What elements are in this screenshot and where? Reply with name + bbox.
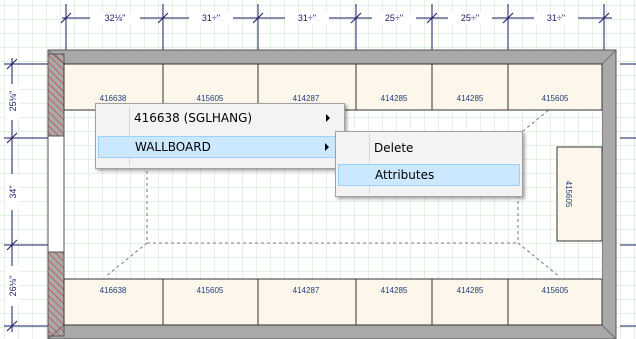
panel-top-label: 414285 [457,94,484,103]
panel-bottom-label: 414285 [457,286,484,295]
dim-top-1: 32⅛" [105,13,126,23]
submenu: Delete Attributes [335,131,523,197]
context-menu: 416638 (SGLHANG) WALLBOARD [95,103,345,169]
dim-top-3: 31÷" [298,13,316,23]
menu-item-attributes[interactable]: Attributes [338,164,520,186]
panel-top-label: 414287 [293,94,320,103]
dim-left-3: 26⅛" [8,276,18,297]
dim-top-2: 31÷" [202,13,220,23]
panel-top-5[interactable] [431,63,509,111]
menu-item-wallboard-label: WALLBOARD [135,140,211,154]
menu-item-delete-label: Delete [374,141,414,155]
submenu-arrow-icon [325,143,329,151]
bottom-panel-row: 416638 415605 414287 414285 414285 41560… [63,278,603,326]
panel-bottom-label: 415605 [197,286,224,295]
menu-item-attributes-label: Attributes [375,168,435,182]
hatched-left-wall[interactable] [47,53,65,337]
dim-left-1: 25⅛" [8,91,18,112]
menu-item-sglhang[interactable]: 416638 (SGLHANG) [98,107,342,129]
panel-top-label: 414285 [381,94,408,103]
panel-right-label: 415605 [564,181,573,208]
dim-top-5: 25÷" [461,13,479,23]
menu-item-sglhang-label: 416638 (SGLHANG) [134,111,253,125]
dim-top-6: 31÷" [547,13,565,23]
menu-item-wallboard[interactable]: WALLBOARD [98,136,342,158]
right-panel[interactable]: 415605 [556,146,603,242]
submenu-arrow-icon [326,114,330,122]
panel-bottom-label: 414285 [381,286,408,295]
floor-plan-canvas[interactable]: 32⅛" 31÷" 31÷" 25÷" 25÷" 31÷" 25⅛" 34" 2… [0,0,636,339]
dim-top-4: 25÷" [385,13,403,23]
panel-top-label: 415605 [197,94,224,103]
menu-item-delete[interactable]: Delete [338,137,520,159]
panel-bottom-label: 415605 [542,286,569,295]
panel-top-label: 416638 [100,94,127,103]
panel-top-label: 415605 [542,94,569,103]
panel-top-6[interactable] [507,63,603,111]
dim-left-2: 34" [8,185,18,198]
panel-bottom-label: 416638 [100,286,127,295]
panel-bottom-label: 414287 [293,286,320,295]
panel-top-4[interactable] [355,63,433,111]
